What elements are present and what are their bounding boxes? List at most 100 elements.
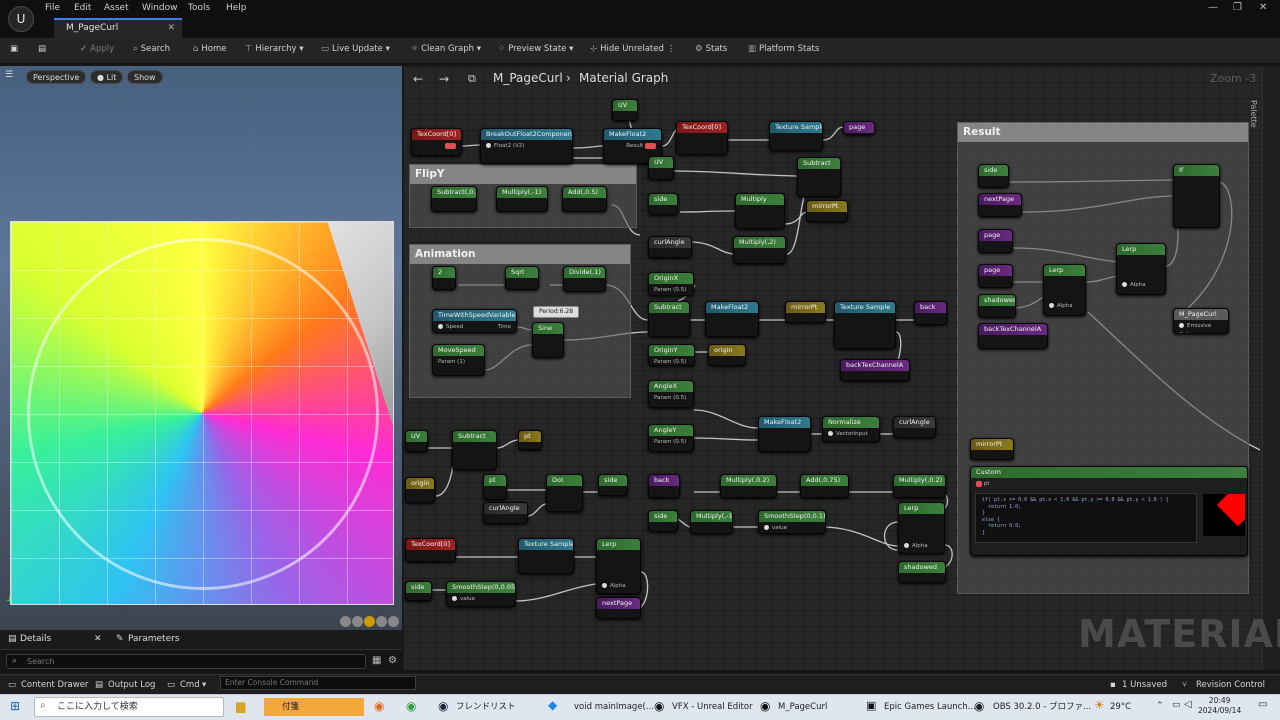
firefox-icon[interactable]: ◉ bbox=[374, 699, 384, 713]
node-pt-2[interactable]: pt bbox=[483, 474, 507, 500]
node-lerp-bottom[interactable]: Lerp Alpha bbox=[898, 502, 945, 554]
notification-icon[interactable]: ▭ bbox=[1258, 699, 1267, 710]
node-move-speed[interactable]: MoveSpeed Param (1) bbox=[432, 344, 485, 376]
node-texture-sample-top[interactable]: Texture Sample bbox=[769, 121, 823, 151]
input-pin[interactable] bbox=[1049, 303, 1054, 308]
chevron-down-icon[interactable]: ▾ bbox=[202, 680, 206, 690]
input-pin[interactable] bbox=[452, 596, 457, 601]
node-normalize[interactable]: Normalize VectorInput bbox=[822, 416, 880, 442]
node-origin-x[interactable]: OriginX Param (0.5) bbox=[648, 272, 694, 296]
node-uv-top[interactable]: UV bbox=[612, 99, 638, 121]
unreal-icon[interactable]: ◉ bbox=[654, 699, 664, 713]
node-lerp-result-1[interactable]: Lerp Alpha bbox=[1043, 264, 1086, 316]
node-time-speed[interactable]: TimeWithSpeedVariable Speed Time bbox=[432, 309, 517, 333]
node-side-out[interactable]: side bbox=[598, 474, 628, 496]
node-texture-sample-bottom[interactable]: Texture Sample bbox=[518, 538, 574, 574]
node-angle-x[interactable]: AngleX Param (0.5) bbox=[648, 380, 694, 408]
windows-start-icon[interactable]: ⊞ bbox=[10, 699, 20, 713]
node-side-2[interactable]: side bbox=[648, 510, 678, 532]
taskbar-app-obs[interactable]: OBS 30.2.0 - プロファ... bbox=[993, 698, 1091, 716]
node-mirror-pt-2[interactable]: mirrorPt bbox=[785, 301, 826, 323]
node-mirror-pt-3[interactable]: mirrorPt bbox=[970, 438, 1014, 460]
input-pin[interactable] bbox=[486, 143, 491, 148]
node-curl-angle-out[interactable]: curlAngle bbox=[893, 416, 936, 438]
taskbar-app-sticky[interactable]: 付箋 bbox=[264, 698, 364, 716]
node-page-result-2[interactable]: page bbox=[978, 264, 1013, 288]
node-origin[interactable]: origin bbox=[708, 344, 746, 366]
output-log-button[interactable]: Output Log bbox=[108, 680, 155, 690]
taskbar-app-pagecurl[interactable]: M_PageCurl bbox=[778, 698, 827, 716]
node-side-3[interactable]: side bbox=[405, 581, 432, 601]
node-make-float2-mid[interactable]: MakeFloat2 bbox=[705, 301, 759, 337]
network-icon[interactable]: ▭ bbox=[1172, 700, 1181, 710]
node-multiply-flip[interactable]: Multiply(,-1) bbox=[496, 186, 548, 212]
node-sine[interactable]: Sine bbox=[532, 322, 564, 358]
input-pin[interactable] bbox=[438, 324, 443, 329]
taskbar-app-epic[interactable]: Epic Games Launch... bbox=[884, 698, 976, 716]
node-pt-1[interactable]: pt bbox=[518, 430, 542, 450]
node-if[interactable]: If bbox=[1173, 164, 1220, 228]
input-pin[interactable] bbox=[976, 480, 982, 487]
chrome-icon[interactable]: ◉ bbox=[406, 699, 416, 713]
revision-control-button[interactable]: Revision Control bbox=[1196, 680, 1265, 690]
node-shadowed-out[interactable]: shadowed bbox=[898, 561, 946, 583]
node-smoothstep-005[interactable]: SmoothStep(0,0.05) value bbox=[446, 581, 516, 607]
node-next-page-out[interactable]: nextPage bbox=[596, 597, 641, 619]
unsaved-indicator[interactable]: 1 Unsaved bbox=[1122, 680, 1167, 690]
input-pin[interactable] bbox=[764, 525, 769, 530]
cmd-button[interactable]: Cmd bbox=[180, 680, 200, 690]
node-origin-bottom[interactable]: origin bbox=[405, 477, 435, 503]
unreal-icon-2[interactable]: ◉ bbox=[760, 699, 770, 713]
node-texcoord-2[interactable]: TexCoord[0] bbox=[676, 121, 728, 155]
node-back-top[interactable]: back bbox=[914, 301, 947, 325]
node-back-tex-channel-result[interactable]: backTexChannelA bbox=[978, 323, 1048, 349]
node-back-bottom[interactable]: back bbox=[648, 474, 680, 498]
node-lerp-result-2[interactable]: Lerp Alpha bbox=[1116, 243, 1166, 295]
node-multiply-1[interactable]: Multiply bbox=[735, 193, 785, 229]
obs-icon[interactable]: ◉ bbox=[974, 699, 984, 713]
node-side-1[interactable]: side bbox=[648, 193, 678, 215]
node-shadowed-result[interactable]: shadowed bbox=[978, 294, 1016, 318]
node-subtract-top[interactable]: Subtract bbox=[797, 157, 841, 197]
node-next-page-result[interactable]: nextPage bbox=[978, 193, 1022, 217]
node-subtract-flip[interactable]: Subtract(,0.5) bbox=[431, 186, 477, 212]
node-texture-sample-mid[interactable]: Texture Sample bbox=[834, 301, 896, 349]
tray-chevron-icon[interactable]: ⌃ bbox=[1156, 701, 1164, 711]
node-make-float2-angle[interactable]: MakeFloat2 bbox=[758, 416, 811, 452]
node-multiply-2[interactable]: Multiply(,2) bbox=[733, 236, 786, 264]
input-pin[interactable] bbox=[828, 431, 833, 436]
node-side-result[interactable]: side bbox=[978, 164, 1009, 188]
node-smoothstep-01[interactable]: SmoothStep(0,0.1) value bbox=[758, 510, 826, 534]
output-pin[interactable] bbox=[445, 142, 456, 149]
node-uv-mid[interactable]: UV bbox=[648, 156, 674, 180]
node-material-output[interactable]: M_PageCurlEmissive Color bbox=[1173, 308, 1229, 334]
console-input[interactable]: Enter Console Command bbox=[220, 676, 416, 690]
node-uv-bottom[interactable]: UV bbox=[405, 430, 428, 452]
node-subtract-bottom[interactable]: Subtract bbox=[452, 430, 497, 470]
input-pin[interactable] bbox=[1122, 282, 1127, 287]
volume-icon[interactable]: ◁ bbox=[1184, 699, 1192, 710]
node-lerp-bottom-2[interactable]: Lerp Alpha bbox=[596, 538, 641, 594]
node-add-flip[interactable]: Add(,0.5) bbox=[562, 186, 607, 212]
vscode-icon[interactable]: ◆ bbox=[548, 698, 557, 712]
node-subtract-mid[interactable]: Subtract bbox=[648, 301, 690, 337]
node-dot[interactable]: Dot bbox=[546, 474, 583, 512]
node-curl-angle-1[interactable]: curlAngle bbox=[648, 236, 692, 258]
taskbar-app-friends[interactable]: フレンドリスト bbox=[456, 698, 516, 716]
taskbar-app-vfx[interactable]: VFX - Unreal Editor bbox=[672, 698, 753, 716]
node-texcoord-top[interactable]: TexCoord[0] bbox=[411, 128, 462, 156]
steam-icon[interactable]: ◉ bbox=[438, 699, 448, 713]
node-multiply-02[interactable]: Multiply(,0.2) bbox=[720, 474, 777, 498]
node-mirror-pt[interactable]: mirrorPt bbox=[806, 200, 848, 222]
taskbar-app-vscode[interactable]: void mainImage(... bbox=[574, 698, 654, 716]
node-multiply-02b[interactable]: Multiply(,0.2) bbox=[893, 474, 946, 498]
content-drawer-button[interactable]: Content Drawer bbox=[21, 680, 88, 690]
taskbar-search-input[interactable]: ここに入力して検索 bbox=[34, 697, 224, 717]
period-note[interactable]: Period:6.28 bbox=[533, 306, 579, 318]
node-origin-y[interactable]: OriginY Param (0.5) bbox=[648, 344, 695, 366]
node-sqrt[interactable]: Sqrt bbox=[505, 266, 539, 290]
node-multiply-neg1[interactable]: Multiply(,-1) bbox=[690, 510, 733, 534]
node-divide[interactable]: Divide(,1) bbox=[563, 266, 606, 292]
input-pin[interactable] bbox=[904, 543, 909, 548]
node-curl-angle-bottom[interactable]: curlAngle bbox=[483, 502, 528, 524]
